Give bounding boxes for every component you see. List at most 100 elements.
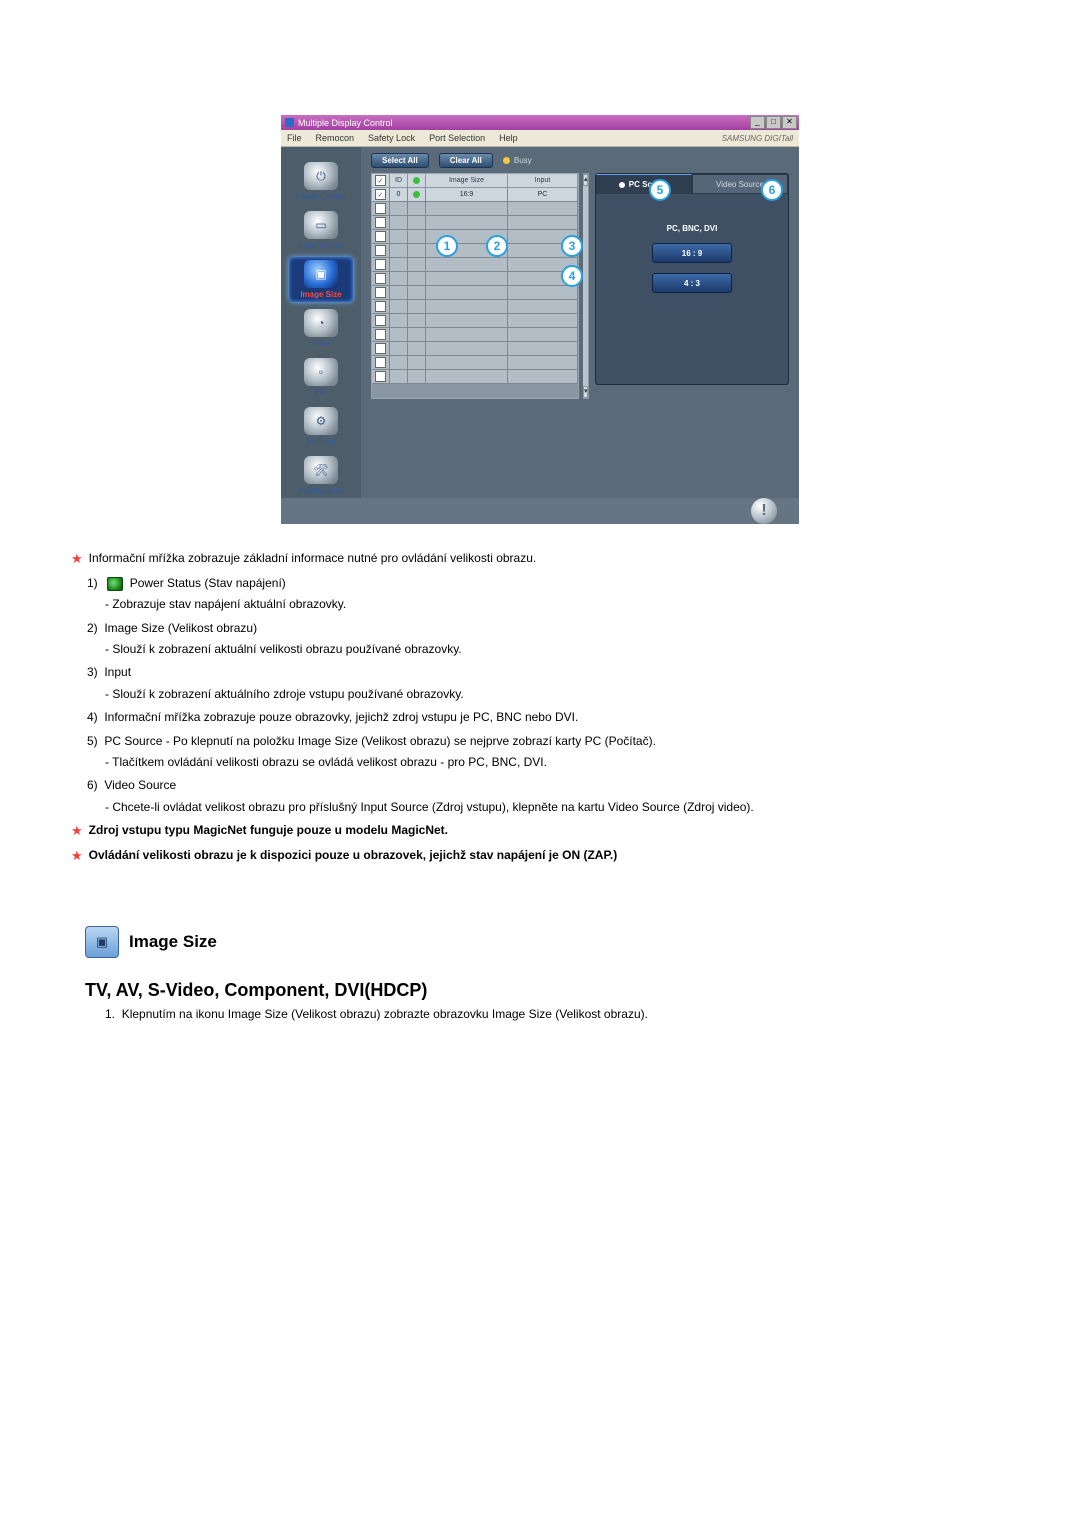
col-id: ID bbox=[390, 174, 408, 188]
note-power-on: Ovládání velikosti obrazu je k dispozici… bbox=[89, 847, 618, 864]
menu-remocon[interactable]: Remocon bbox=[316, 133, 355, 143]
power-status-icon bbox=[107, 577, 123, 591]
grid-toolbar: Select All Clear All Busy bbox=[361, 147, 589, 173]
ordered-list: 1. Klepnutím na ikonu Image Size (Veliko… bbox=[105, 1007, 1025, 1021]
list-item: 5) PC Source - Po klepnutí na položku Im… bbox=[87, 733, 1025, 750]
window-titlebar: Multiple Display Control _ □ ✕ bbox=[281, 115, 799, 130]
brand-label: SAMSUNG DIGITall bbox=[722, 134, 793, 143]
table-row bbox=[372, 258, 578, 272]
desc-intro: Informační mřížka zobrazuje základní inf… bbox=[89, 550, 537, 567]
list-item: 3) Input bbox=[87, 664, 1025, 681]
busy-dot-icon bbox=[503, 157, 510, 164]
power-dot-icon bbox=[413, 177, 420, 184]
busy-indicator: Busy bbox=[503, 156, 532, 165]
gear-icon: ⚙ bbox=[304, 407, 338, 435]
description-block: ★ Informační mřížka zobrazuje základní i… bbox=[71, 550, 1025, 866]
section-icon: ▣ bbox=[85, 926, 119, 958]
list-item: 6) Video Source bbox=[87, 777, 1025, 794]
menu-help[interactable]: Help bbox=[499, 133, 518, 143]
app-footer: ! bbox=[281, 498, 799, 524]
window-title: Multiple Display Control bbox=[298, 118, 393, 128]
menu-safetylock[interactable]: Safety Lock bbox=[368, 133, 415, 143]
section-subtitle: TV, AV, S-Video, Component, DVI(HDCP) bbox=[85, 980, 1025, 1001]
table-row bbox=[372, 272, 578, 286]
header-checkbox[interactable]: ✓ bbox=[375, 175, 386, 186]
star-icon: ★ bbox=[71, 847, 83, 866]
list-item-desc: - Slouží k zobrazení aktuální velikosti … bbox=[105, 641, 1025, 658]
sidebar-item-power[interactable]: ⏻ Power Control bbox=[289, 159, 353, 204]
callout-2: 2 bbox=[486, 235, 508, 257]
col-check: ✓ bbox=[372, 174, 390, 188]
callout-1: 1 bbox=[436, 235, 458, 257]
power-icon: ⏻ bbox=[304, 162, 338, 190]
info-icon[interactable]: ! bbox=[751, 498, 777, 524]
maintenance-icon: 🛠 bbox=[304, 456, 338, 484]
window-buttons: _ □ ✕ bbox=[750, 116, 797, 129]
info-grid: ✓ ID Image Size Input ✓ 0 16:9 bbox=[371, 173, 579, 399]
sidebar-item-settings[interactable]: ⚙ Settings bbox=[289, 404, 353, 449]
sidebar-item-time[interactable]: ◔ Time bbox=[289, 306, 353, 351]
sidebar-item-maintenance[interactable]: 🛠 Maintenance bbox=[289, 453, 353, 498]
minimize-icon[interactable]: _ bbox=[750, 116, 765, 129]
table-row bbox=[372, 328, 578, 342]
close-icon[interactable]: ✕ bbox=[782, 116, 797, 129]
cell-input: PC bbox=[508, 188, 578, 202]
section-title: Image Size bbox=[129, 932, 217, 952]
col-input: Input bbox=[508, 174, 578, 188]
app-icon bbox=[285, 118, 294, 127]
section-header: ▣ Image Size bbox=[85, 926, 1025, 958]
power-dot-icon bbox=[413, 191, 420, 198]
scroll-down-icon[interactable]: ▾ bbox=[583, 386, 588, 398]
input-icon: ▭ bbox=[304, 211, 338, 239]
table-row bbox=[372, 300, 578, 314]
list-item-desc: - Chcete-li ovládat velikost obrazu pro … bbox=[105, 799, 1025, 816]
table-row bbox=[372, 314, 578, 328]
pip-icon: ▫ bbox=[304, 358, 338, 386]
table-row bbox=[372, 202, 578, 216]
scroll-up-icon[interactable]: ▴ bbox=[583, 174, 588, 186]
table-row bbox=[372, 286, 578, 300]
callout-3: 3 bbox=[561, 235, 583, 257]
table-row bbox=[372, 230, 578, 244]
note-magicnet: Zdroj vstupu typu MagicNet funguje pouze… bbox=[89, 822, 448, 839]
table-row bbox=[372, 356, 578, 370]
maximize-icon[interactable]: □ bbox=[766, 116, 781, 129]
panel-heading: PC, BNC, DVI bbox=[667, 224, 718, 233]
right-pane: PC Source Video Source PC, BNC, DVI 16 :… bbox=[589, 173, 799, 498]
callout-5: 5 bbox=[649, 179, 671, 201]
app-screenshot: Multiple Display Control _ □ ✕ File Remo… bbox=[281, 115, 799, 505]
list-item-desc: - Zobrazuje stav napájení aktuální obraz… bbox=[105, 596, 1025, 613]
table-row[interactable]: ✓ 0 16:9 PC bbox=[372, 188, 578, 202]
menu-bar: File Remocon Safety Lock Port Selection … bbox=[281, 130, 799, 147]
callout-4: 4 bbox=[561, 265, 583, 287]
list-item-desc: - Slouží k zobrazení aktuálního zdroje v… bbox=[105, 686, 1025, 703]
grid-header: ✓ ID Image Size Input bbox=[372, 174, 578, 188]
col-power bbox=[408, 174, 426, 188]
row-checkbox[interactable]: ✓ bbox=[375, 189, 386, 200]
source-panel: PC Source Video Source PC, BNC, DVI 16 :… bbox=[595, 173, 789, 385]
clear-all-button[interactable]: Clear All bbox=[439, 153, 493, 168]
select-all-button[interactable]: Select All bbox=[371, 153, 429, 168]
sidebar-item-input[interactable]: ▭ Input Source bbox=[289, 208, 353, 253]
menu-portselection[interactable]: Port Selection bbox=[429, 133, 485, 143]
list-item: 2) Image Size (Velikost obrazu) bbox=[87, 620, 1025, 637]
sidebar-item-pip[interactable]: ▫ PIP bbox=[289, 355, 353, 400]
sidebar: ⏻ Power Control ▭ Input Source ▣ Image S… bbox=[281, 147, 361, 498]
sidebar-item-imagesize[interactable]: ▣ Image Size bbox=[289, 257, 353, 302]
ratio-16-9-button[interactable]: 16 : 9 bbox=[652, 243, 732, 263]
tab-pc-source[interactable]: PC Source bbox=[596, 174, 692, 194]
star-icon: ★ bbox=[71, 822, 83, 841]
table-row bbox=[372, 216, 578, 230]
table-row bbox=[372, 370, 578, 384]
table-row bbox=[372, 342, 578, 356]
cell-id: 0 bbox=[390, 188, 408, 202]
list-item: 1. Klepnutím na ikonu Image Size (Veliko… bbox=[105, 1007, 1025, 1021]
imagesize-icon: ▣ bbox=[304, 260, 338, 288]
callout-6: 6 bbox=[761, 179, 783, 201]
menu-file[interactable]: File bbox=[287, 133, 302, 143]
list-item: 1) Power Status (Stav napájení) bbox=[87, 575, 1025, 592]
table-row bbox=[372, 244, 578, 258]
scrollbar[interactable]: ▴ ▾ bbox=[583, 173, 589, 399]
time-icon: ◔ bbox=[304, 309, 338, 337]
ratio-4-3-button[interactable]: 4 : 3 bbox=[652, 273, 732, 293]
